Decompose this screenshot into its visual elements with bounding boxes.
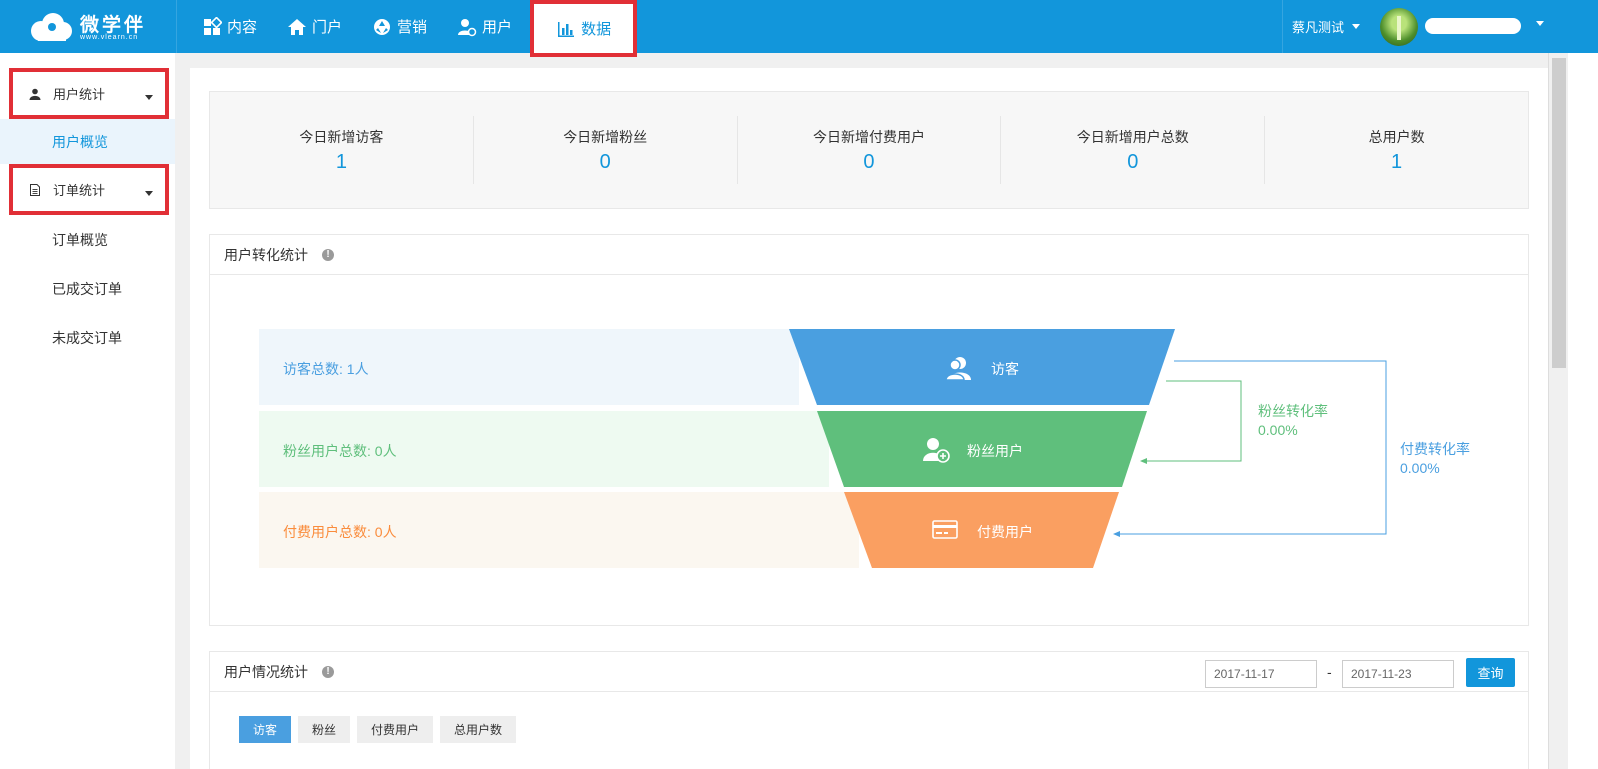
nav-item-portal[interactable]: 门户 — [275, 0, 354, 53]
panel-title: 用户情况统计 — [224, 663, 308, 680]
sidebar-group-label: 订单统计 — [53, 183, 106, 198]
arrow-left-icon — [1113, 531, 1120, 537]
bar-chart-icon — [558, 21, 575, 37]
chevron-down-icon[interactable] — [1536, 21, 1544, 26]
chevron-down-icon — [145, 191, 153, 196]
brand-url: www.vlearn.cn — [80, 34, 139, 41]
stat-new-visitors: 今日新增访客 1 — [210, 116, 474, 184]
pay-rate-connector — [1115, 360, 1387, 535]
cloud-logo-icon — [31, 13, 72, 41]
stat-label: 今日新增粉丝 — [563, 128, 648, 145]
right-gutter — [1568, 53, 1598, 769]
sidebar-item-label: 用户概览 — [52, 133, 108, 150]
funnel-label-fans: 粉丝用户 — [967, 443, 1023, 459]
start-date-input[interactable] — [1205, 660, 1317, 688]
sidebar-item-completed-orders[interactable]: 已成交订单 — [0, 266, 175, 311]
stat-value: 0 — [863, 150, 875, 173]
pay-rate-label: 付费转化率 — [1400, 441, 1470, 457]
query-button[interactable]: 查询 — [1466, 658, 1515, 687]
fans-total: 粉丝用户总数: 0人 — [283, 443, 397, 459]
sidebar-item-order-overview[interactable]: 订单概览 — [0, 217, 175, 262]
stat-label: 今日新增付费用户 — [812, 128, 925, 145]
nav-item-data[interactable]: 数据 — [530, 0, 638, 57]
nav-item-label: 门户 — [312, 19, 343, 36]
header-divider — [1282, 0, 1283, 53]
scrollbar-thumb[interactable] — [1552, 58, 1566, 368]
conversion-panel: 用户转化统计 ! 访客总数: 1人 粉丝用户总数: 0人 付费用户总数: 0人 … — [209, 234, 1529, 626]
stat-value: 0 — [599, 150, 611, 173]
sidebar-item-user-overview[interactable]: 用户概览 — [0, 119, 175, 164]
chevron-down-icon — [145, 95, 153, 100]
stat-label: 今日新增用户总数 — [1076, 128, 1189, 145]
sidebar-group-user-stats[interactable]: 用户统计 — [9, 68, 169, 119]
date-range-separator: - — [1327, 664, 1332, 680]
stat-new-total-users: 今日新增用户总数 0 — [1001, 116, 1266, 184]
nav-item-label: 数据 — [581, 21, 612, 38]
conversion-funnel — [259, 329, 1387, 568]
visitors-total: 访客总数: 1人 — [283, 361, 369, 377]
document-icon — [30, 183, 40, 196]
funnel-label-paid: 付费用户 — [977, 524, 1033, 540]
nav-item-content[interactable]: 内容 — [190, 0, 269, 53]
pay-rate-value: 0.00% — [1400, 460, 1440, 476]
chevron-down-icon — [1352, 24, 1361, 29]
sidebar-item-label: 已成交订单 — [52, 280, 122, 297]
grid-icon — [204, 16, 222, 35]
tab-paid-users[interactable]: 付费用户 — [357, 716, 434, 743]
nav-item-label: 营销 — [397, 19, 428, 36]
sidebar-group-label: 用户统计 — [53, 87, 106, 102]
fan-rate-label: 粉丝转化率 — [1258, 403, 1328, 419]
tab-fans[interactable]: 粉丝 — [298, 716, 351, 743]
nav-item-marketing[interactable]: 营销 — [360, 0, 439, 53]
stats-summary: 今日新增访客 1 今日新增粉丝 0 今日新增付费用户 0 今日新增用户总数 0 … — [209, 91, 1529, 209]
tab-visitors[interactable]: 访客 — [239, 716, 292, 743]
vertical-scrollbar[interactable] — [1548, 53, 1568, 769]
stat-new-paid-users: 今日新增付费用户 0 — [738, 116, 1002, 184]
logo[interactable]: 微学伴 www.vlearn.cn — [28, 10, 168, 44]
tenant-name: 蔡凡测试 — [1292, 20, 1345, 35]
user-gear-icon — [458, 18, 477, 36]
nav-divider — [176, 0, 177, 53]
sidebar-item-label: 未成交订单 — [52, 329, 122, 346]
sidebar-item-pending-orders[interactable]: 未成交订单 — [0, 315, 175, 360]
stat-value: 1 — [335, 150, 347, 173]
fan-rate-value: 0.00% — [1258, 422, 1298, 438]
username-redacted[interactable] — [1425, 18, 1521, 34]
funnel-segment-visitors — [789, 329, 1175, 405]
sidebar-group-order-stats[interactable]: 订单统计 — [9, 164, 169, 215]
stat-label: 总用户数 — [1368, 128, 1425, 145]
aperture-icon — [374, 18, 391, 35]
brand-name: 微学伴 — [80, 14, 147, 36]
top-navbar: 微学伴 www.vlearn.cn 内容 门户 营销 用户 数据 蔡凡测试 — [0, 0, 1598, 57]
arrow-left-icon — [1140, 458, 1147, 464]
user-icon — [29, 88, 41, 100]
paid-total: 付费用户总数: 0人 — [283, 524, 397, 540]
stat-value: 0 — [1127, 150, 1139, 173]
fan-rate-connector — [1142, 380, 1242, 462]
user-stats-panel: 用户情况统计 ! - 查询 访客 粉丝 付费用户 总用户数 — [209, 651, 1529, 769]
tab-total-users[interactable]: 总用户数 — [440, 716, 517, 743]
tenant-switcher[interactable]: 蔡凡测试 — [1292, 0, 1361, 53]
main-content: 今日新增访客 1 今日新增粉丝 0 今日新增付费用户 0 今日新增用户总数 0 … — [190, 68, 1548, 769]
home-icon — [288, 18, 307, 35]
sidebar-item-label: 订单概览 — [52, 231, 108, 248]
avatar[interactable] — [1380, 8, 1418, 46]
main-nav: 内容 门户 营销 用户 数据 — [190, 0, 643, 57]
nav-item-users[interactable]: 用户 — [445, 0, 524, 53]
info-icon[interactable]: ! — [322, 665, 334, 678]
user-stats-tabs: 访客 粉丝 付费用户 总用户数 — [239, 716, 523, 743]
stat-new-fans: 今日新增粉丝 0 — [474, 116, 738, 184]
nav-item-label: 内容 — [227, 19, 258, 36]
stat-label: 今日新增访客 — [299, 128, 384, 145]
funnel-label-visitors: 访客 — [991, 361, 1019, 377]
stat-total-users: 总用户数 1 — [1265, 116, 1528, 184]
stat-value: 1 — [1391, 150, 1403, 173]
end-date-input[interactable] — [1342, 660, 1454, 688]
nav-item-label: 用户 — [482, 19, 513, 36]
sidebar: 用户统计 用户概览 订单统计 订单概览 已成交订单 未成交订单 — [0, 53, 175, 769]
